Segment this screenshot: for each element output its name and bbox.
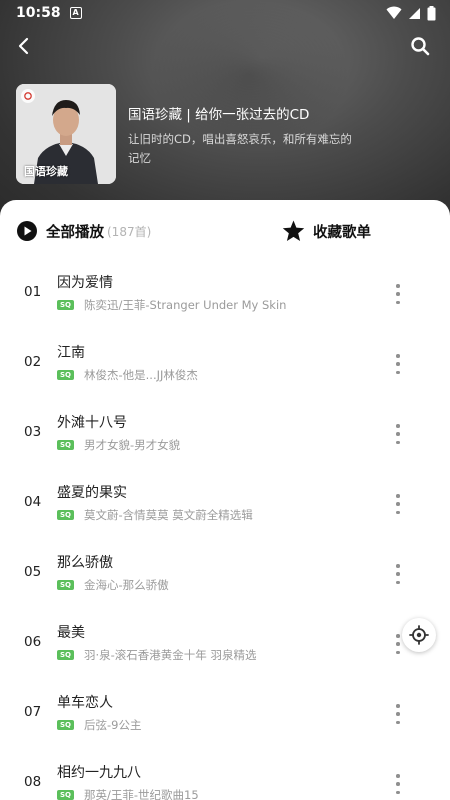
status-bar: 10:58 A [0, 0, 450, 26]
song-meta: SQ 林俊杰-他是...JJ林俊杰 [57, 367, 198, 383]
crosshair-icon [409, 625, 429, 645]
song-artist: 后弦-9公主 [84, 718, 142, 732]
song-title: 盛夏的果实 [57, 485, 127, 501]
more-options-icon[interactable] [390, 282, 406, 306]
song-row[interactable]: 04 盛夏的果实 SQ 莫文蔚-含情莫莫 莫文蔚全精选辑 [0, 470, 450, 540]
song-title: 因为爱情 [57, 275, 113, 291]
play-circle-icon [17, 221, 37, 241]
search-icon [411, 37, 430, 56]
song-meta: SQ 那英/王菲-世纪歌曲15 [57, 787, 199, 800]
song-number: 02 [24, 354, 42, 370]
song-meta: SQ 羽·泉-滚石香港黄金十年 羽泉精选 [57, 647, 256, 663]
status-icons [386, 5, 436, 21]
song-number: 08 [24, 774, 42, 790]
song-meta: SQ 后弦-9公主 [57, 717, 141, 733]
song-row[interactable]: 01 因为爱情 SQ 陈奕迅/王菲-Stranger Under My Skin [0, 260, 450, 330]
wifi-icon [386, 6, 402, 19]
song-artist: 男才女貌-男才女貌 [84, 438, 181, 452]
collect-playlist-button[interactable]: 收藏歌单 [282, 220, 371, 242]
sq-badge: SQ [57, 720, 74, 730]
song-title: 最美 [57, 625, 85, 641]
back-arrow-icon [18, 37, 29, 55]
song-title: 江南 [57, 345, 85, 361]
song-row[interactable]: 03 外滩十八号 SQ 男才女貌-男才女貌 [0, 400, 450, 470]
song-row[interactable]: 07 单车恋人 SQ 后弦-9公主 [0, 680, 450, 750]
sq-badge: SQ [57, 580, 74, 590]
song-artist: 陈奕迅/王菲-Stranger Under My Skin [84, 298, 287, 312]
song-list-sheet: 全部播放 (187首) 收藏歌单 01 因为爱情 SQ 陈奕迅/王菲-Stran… [0, 200, 450, 800]
search-button[interactable] [406, 32, 434, 60]
collect-label: 收藏歌单 [313, 224, 371, 241]
more-options-icon[interactable] [390, 562, 406, 586]
more-options-icon[interactable] [390, 702, 406, 726]
song-number: 07 [24, 704, 42, 720]
song-row[interactable]: 02 江南 SQ 林俊杰-他是...JJ林俊杰 [0, 330, 450, 400]
play-all-label: 全部播放 [46, 224, 104, 241]
song-number: 06 [24, 634, 42, 650]
song-count: (187首) [107, 224, 152, 239]
song-title: 单车恋人 [57, 695, 113, 711]
status-time: 10:58 [16, 5, 61, 21]
more-options-icon[interactable] [390, 492, 406, 516]
song-meta: SQ 男才女貌-男才女貌 [57, 437, 180, 453]
song-title: 外滩十八号 [57, 415, 127, 431]
song-number: 01 [24, 284, 42, 300]
action-row: 全部播放 (187首) 收藏歌单 [0, 218, 450, 248]
song-artist: 羽·泉-滚石香港黄金十年 羽泉精选 [84, 648, 257, 662]
sq-badge: SQ [57, 440, 74, 450]
song-artist: 莫文蔚-含情莫莫 莫文蔚全精选辑 [84, 508, 253, 522]
playlist-title: 国语珍藏 | 给你一张过去的CD [128, 107, 310, 123]
song-artist: 林俊杰-他是...JJ林俊杰 [84, 368, 198, 382]
music-logo-icon [21, 89, 35, 103]
song-number: 05 [24, 564, 42, 580]
sq-badge: SQ [57, 790, 74, 800]
song-meta: SQ 莫文蔚-含情莫莫 莫文蔚全精选辑 [57, 507, 253, 523]
back-button[interactable] [10, 32, 38, 60]
top-nav [0, 30, 450, 62]
song-row[interactable]: 06 最美 SQ 羽·泉-滚石香港黄金十年 羽泉精选 [0, 610, 450, 680]
song-meta: SQ 金海心-那么骄傲 [57, 577, 169, 593]
song-artist: 金海心-那么骄傲 [84, 578, 169, 592]
locate-current-song-button[interactable] [402, 618, 436, 652]
cover-title: 国语珍藏 [24, 165, 68, 178]
song-title: 相约一九九八 [57, 765, 141, 781]
song-number: 04 [24, 494, 42, 510]
song-title: 那么骄傲 [57, 555, 113, 571]
sq-badge: SQ [57, 510, 74, 520]
signal-icon [409, 7, 420, 19]
play-all-button[interactable]: 全部播放 (187首) [16, 220, 151, 242]
playlist-cover[interactable]: 国语珍藏 [16, 84, 116, 184]
playlist-description[interactable]: 让旧时的CD，唱出喜怒哀乐，和所有难忘的记忆 [128, 130, 358, 168]
star-icon [282, 220, 305, 242]
notification-icon: A [69, 7, 82, 19]
sq-badge: SQ [57, 650, 74, 660]
more-options-icon[interactable] [390, 422, 406, 446]
battery-icon [427, 5, 436, 20]
song-meta: SQ 陈奕迅/王菲-Stranger Under My Skin [57, 297, 286, 313]
sq-badge: SQ [57, 370, 74, 380]
song-row[interactable]: 05 那么骄傲 SQ 金海心-那么骄傲 [0, 540, 450, 610]
song-artist: 那英/王菲-世纪歌曲15 [84, 788, 199, 800]
more-options-icon[interactable] [390, 772, 406, 796]
song-number: 03 [24, 424, 42, 440]
more-options-icon[interactable] [390, 352, 406, 376]
sq-badge: SQ [57, 300, 74, 310]
song-row[interactable]: 08 相约一九九八 SQ 那英/王菲-世纪歌曲15 [0, 750, 450, 800]
